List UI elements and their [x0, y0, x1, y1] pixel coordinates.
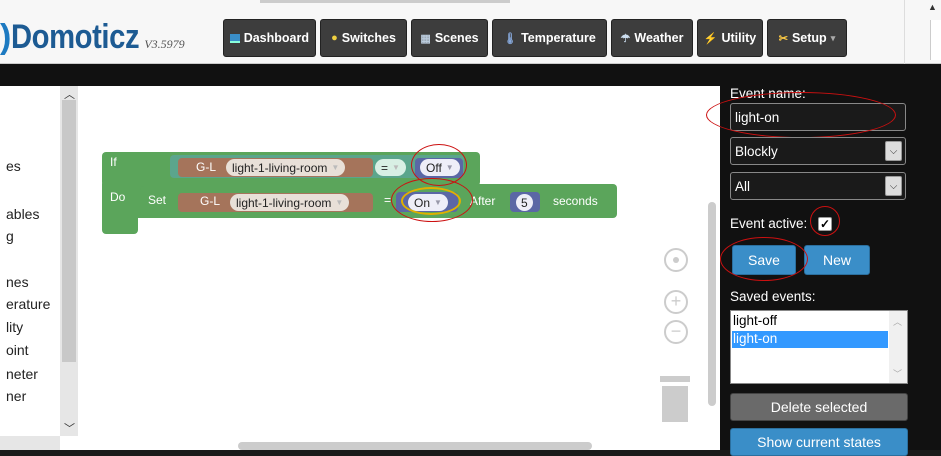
event-active-checkbox[interactable]: ✓ — [818, 217, 832, 231]
trash-lid-icon — [660, 376, 690, 382]
header-top-shadow — [260, 0, 510, 3]
dropdown-arrow-icon: ▼ — [392, 163, 400, 172]
left-menu-item[interactable]: g — [6, 228, 14, 244]
scroll-down-icon[interactable]: ﹀ — [893, 367, 902, 380]
left-bottom-strip — [0, 436, 60, 450]
thermometer-icon: 🌡 — [503, 32, 518, 45]
delete-selected-button[interactable]: Delete selected — [730, 393, 908, 421]
scroll-up-icon[interactable]: ︿ — [64, 86, 75, 102]
workspace-vertical-scrollbar[interactable] — [708, 202, 716, 406]
do-operator: = — [384, 193, 392, 207]
after-number-field[interactable]: 5 — [516, 194, 533, 211]
chevron-down-icon: ▾ — [830, 32, 836, 43]
scroll-down-icon[interactable]: ﹀ — [64, 420, 75, 436]
if-do-connector — [102, 180, 138, 234]
scenes-icon: ▦ — [420, 32, 431, 45]
event-name-label: Event name: — [730, 86, 806, 101]
left-menu-item[interactable]: neter — [6, 366, 38, 382]
chevron-down-icon: ⌵ — [885, 176, 902, 196]
nav-utility-button[interactable]: ⚡ Utility — [697, 19, 763, 57]
dropdown-arrow-icon: ▼ — [445, 163, 454, 172]
if-device-group: G-L — [196, 160, 217, 174]
left-menu-item[interactable]: oint — [6, 342, 29, 358]
dropdown-arrow-icon: ▼ — [434, 198, 442, 207]
umbrella-icon: ☂ — [620, 32, 631, 45]
zoom-in-icon[interactable]: + — [664, 290, 688, 314]
lightbulb-icon: ● — [331, 32, 338, 44]
nav-dashboard-button[interactable]: Dashboard — [223, 19, 316, 57]
set-label: Set — [148, 193, 167, 207]
nav-weather-button[interactable]: ☂ Weather — [611, 19, 693, 57]
dropdown-arrow-icon: ▼ — [335, 198, 344, 207]
zoom-out-icon[interactable]: − — [664, 320, 688, 344]
show-current-states-button[interactable]: Show current states — [730, 428, 908, 456]
save-button[interactable]: Save — [732, 245, 796, 275]
event-name-input[interactable]: light-on — [730, 103, 906, 131]
nav-setup-button[interactable]: ✂ Setup ▾ — [767, 19, 847, 57]
do-label: Do — [110, 190, 126, 204]
if-device-dropdown[interactable]: light-1-living-room ▼ — [226, 159, 346, 176]
list-scrollbar[interactable]: ︿ ﹀ — [889, 311, 907, 383]
do-device-dropdown[interactable]: light-1-living-room ▼ — [230, 194, 350, 211]
left-menu-item[interactable]: es — [6, 158, 21, 174]
nav-switches-button[interactable]: ● Switches — [320, 19, 407, 57]
after-label: After — [470, 194, 496, 208]
top-header: ) Domoticz V3.5979 Dashboard ● Switches … — [0, 0, 941, 64]
seconds-label: seconds — [553, 194, 598, 208]
if-value-dropdown[interactable]: Off ▼ — [420, 159, 460, 176]
dashboard-icon — [230, 33, 240, 43]
header-right-bar — [930, 20, 941, 60]
left-menu-item[interactable]: nes — [6, 274, 29, 290]
utility-icon: ⚡ — [703, 32, 718, 45]
header-right-divider — [904, 0, 905, 64]
nav-temperature-button[interactable]: 🌡 Temperature — [492, 19, 607, 57]
interpreter-select[interactable]: Blockly ⌵ — [730, 137, 906, 165]
saved-event-item-selected[interactable]: light-on — [732, 331, 888, 348]
if-operator-dropdown[interactable]: = ▼ — [375, 159, 406, 176]
recenter-icon[interactable] — [664, 248, 688, 272]
left-menu-item[interactable]: ables — [6, 206, 39, 222]
workspace-horizontal-scrollbar[interactable] — [238, 442, 592, 450]
tools-icon: ✂ — [778, 32, 788, 45]
do-device-group: G-L — [200, 194, 221, 208]
nav-scenes-button[interactable]: ▦ Scenes — [411, 19, 488, 57]
chevron-down-icon: ⌵ — [885, 141, 902, 161]
dropdown-arrow-icon: ▼ — [331, 163, 340, 172]
saved-events-label: Saved events: — [730, 289, 816, 304]
event-active-label: Event active: — [730, 216, 808, 231]
new-button[interactable]: New — [804, 245, 870, 275]
if-label: If — [110, 155, 117, 169]
left-menu-item[interactable]: lity — [6, 319, 23, 335]
left-menu-scrollbar[interactable] — [60, 86, 78, 436]
saved-events-list[interactable]: light-off light-on ︿ ﹀ — [730, 310, 908, 384]
domoticz-logo: ) Domoticz V3.5979 — [0, 18, 185, 56]
blockly-workspace[interactable]: If Do G-L light-1-living-room ▼ = ▼ Off ▼ S… — [78, 86, 720, 450]
scroll-up-icon[interactable]: ︿ — [893, 315, 902, 328]
block-notch — [140, 218, 180, 234]
header-right-arrow-icon: ▲ — [928, 2, 937, 12]
saved-event-item[interactable]: light-off — [733, 313, 777, 328]
left-menu-item[interactable]: ner — [6, 388, 26, 404]
scrollbar-thumb[interactable] — [62, 100, 76, 362]
left-menu-item[interactable]: erature — [6, 296, 50, 312]
do-value-dropdown[interactable]: On ▼ — [408, 194, 448, 211]
trash-icon[interactable] — [662, 386, 688, 422]
trigger-select[interactable]: All ⌵ — [730, 172, 906, 200]
